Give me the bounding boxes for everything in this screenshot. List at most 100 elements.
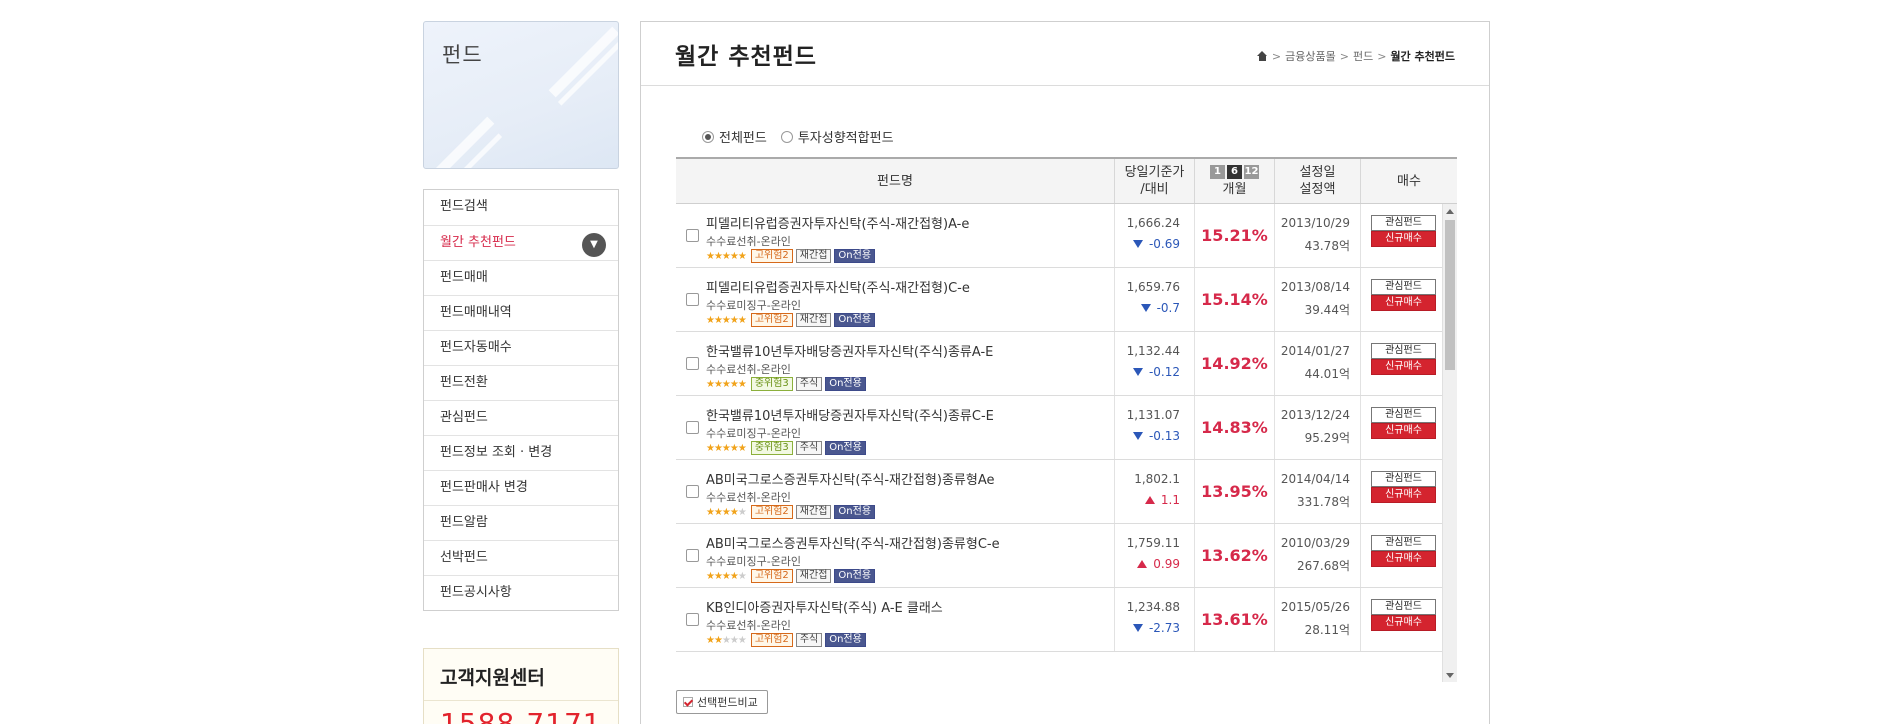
- add-watchlist-button[interactable]: 관심펀드: [1371, 407, 1436, 423]
- period-tab-1[interactable]: 1: [1210, 164, 1225, 179]
- filter-suitable-option[interactable]: 투자성향적합펀드: [780, 127, 894, 146]
- fund-filter: 전체펀드 투자성향적합펀드: [702, 127, 894, 146]
- cell-return: 14.92%: [1194, 332, 1274, 395]
- sidebar-item-label: 펀드자동매수: [440, 340, 512, 355]
- add-watchlist-button[interactable]: 관심펀드: [1371, 535, 1436, 551]
- setup-date: 2015/05/26: [1280, 600, 1350, 614]
- sidebar-item-fund-switch[interactable]: 펀드전환: [424, 365, 618, 400]
- cell-nav: 1,666.24 -0.69: [1114, 204, 1194, 267]
- col-header-nav-line1: 당일기준가: [1124, 165, 1185, 180]
- risk-badge: 고위험2: [750, 569, 793, 583]
- sidebar-banner: 펀드: [423, 21, 619, 169]
- period-tab-6[interactable]: 6: [1227, 164, 1242, 179]
- row-checkbox[interactable]: [686, 229, 699, 242]
- breadcrumb-item[interactable]: 펀드: [1353, 48, 1373, 64]
- add-watchlist-button[interactable]: 관심펀드: [1371, 343, 1436, 359]
- table-row: 한국밸류10년투자배당증권자투자신탁(주식)종류A-E 수수료선취-온라인 ★★★★…: [676, 332, 1457, 396]
- return-rate: 14.92%: [1201, 354, 1268, 373]
- scroll-up-icon[interactable]: [1446, 209, 1454, 214]
- cell-nav: 1,759.11 0.99: [1114, 524, 1194, 587]
- fund-fee-type: 수수료선취-온라인: [706, 363, 791, 376]
- sidebar-menu: 펀드검색 월간 추천펀드 ▼ 펀드매매 펀드매매내역 펀드자동매수 펀드전환 관심…: [423, 189, 619, 611]
- row-checkbox[interactable]: [686, 421, 699, 434]
- setup-amount: 331.78억: [1296, 495, 1350, 509]
- banner-gloss-decoration: [424, 116, 495, 168]
- sidebar-item-seller-change[interactable]: 펀드판매사 변경: [424, 470, 618, 505]
- fund-name-link[interactable]: AB미국그로스증권투자신탁(주식-재간접형)종류형C-e: [706, 533, 1000, 552]
- table-scrollbar[interactable]: [1442, 204, 1457, 682]
- fund-table: 펀드명 당일기준가 /대비 1 6 12 개월 설정일 설정액 매수 피델리티유…: [676, 157, 1457, 682]
- filter-suitable-radio[interactable]: [780, 130, 793, 143]
- fund-fee-type: 수수료미징구-온라인: [706, 299, 802, 312]
- new-buy-button[interactable]: 신규매수: [1371, 615, 1436, 631]
- cell-setup: 2010/03/29 267.68억: [1274, 524, 1360, 587]
- new-buy-button[interactable]: 신규매수: [1371, 295, 1436, 311]
- filter-all-option[interactable]: 전체펀드: [702, 127, 767, 146]
- filter-all-radio[interactable]: [702, 130, 714, 143]
- fund-name-link[interactable]: 한국밸류10년투자배당증권자투자신탁(주식)종류A-E: [706, 341, 993, 360]
- row-checkbox[interactable]: [686, 485, 699, 498]
- setup-amount: 44.01억: [1304, 367, 1350, 381]
- cell-nav: 1,234.88 -2.73: [1114, 588, 1194, 651]
- sidebar-item-fund-search[interactable]: 펀드검색: [424, 190, 618, 225]
- breadcrumb-item[interactable]: 금융상품몰: [1285, 48, 1336, 64]
- sidebar-item-disclosure[interactable]: 펀드공시사항: [424, 575, 618, 610]
- sidebar-item-fund-info[interactable]: 펀드정보 조회 · 변경: [424, 435, 618, 470]
- sidebar-item-label: 펀드판매사 변경: [440, 480, 528, 495]
- cell-fund-name: KB인디아증권자투자신탁(주식) A-E 클래스 수수료선취-온라인 ★★★★★ 고위…: [676, 588, 1114, 651]
- scroll-thumb[interactable]: [1445, 220, 1455, 370]
- col-header-nav-line2: /대비: [1140, 182, 1169, 197]
- filter-all-label: 전체펀드: [719, 131, 767, 146]
- divider: [424, 700, 618, 701]
- table-row: AB미국그로스증권투자신탁(주식-재간접형)종류형C-e 수수료미징구-온라인 ★★…: [676, 524, 1457, 588]
- row-checkbox[interactable]: [686, 357, 699, 370]
- triangle-down-icon: [1140, 304, 1151, 312]
- home-icon[interactable]: [1256, 51, 1268, 61]
- sidebar-item-watchlist[interactable]: 관심펀드: [424, 400, 618, 435]
- add-watchlist-button[interactable]: 관심펀드: [1371, 279, 1436, 295]
- new-buy-button[interactable]: 신규매수: [1371, 231, 1436, 247]
- new-buy-button[interactable]: 신규매수: [1371, 487, 1436, 503]
- cell-nav: 1,131.07 -0.13: [1114, 396, 1194, 459]
- row-checkbox[interactable]: [686, 613, 699, 626]
- fund-tags: ★★★★★ 중위험3 주식 On전용: [706, 441, 866, 455]
- nav-change: 0.99: [1137, 557, 1180, 571]
- cell-fund-name: 한국밸류10년투자배당증권자투자신탁(주식)종류C-E 수수료미징구-온라인 ★★★…: [676, 396, 1114, 459]
- fund-type-badge: 재간접: [795, 505, 832, 519]
- row-checkbox[interactable]: [686, 549, 699, 562]
- cell-setup: 2014/01/27 44.01억: [1274, 332, 1360, 395]
- fund-name-link[interactable]: KB인디아증권자투자신탁(주식) A-E 클래스: [706, 597, 943, 616]
- period-tab-12[interactable]: 12: [1244, 164, 1259, 179]
- cell-return: 13.62%: [1194, 524, 1274, 587]
- fund-name-link[interactable]: 한국밸류10년투자배당증권자투자신탁(주식)종류C-E: [706, 405, 994, 424]
- scroll-down-icon[interactable]: [1446, 673, 1454, 678]
- compare-selected-button[interactable]: 선택펀드비교: [676, 690, 768, 714]
- setup-amount: 43.78억: [1304, 239, 1350, 253]
- sidebar-item-monthly-recommended[interactable]: 월간 추천펀드 ▼: [424, 225, 618, 260]
- new-buy-button[interactable]: 신규매수: [1371, 423, 1436, 439]
- sidebar-item-trade-history[interactable]: 펀드매매내역: [424, 295, 618, 330]
- new-buy-button[interactable]: 신규매수: [1371, 551, 1436, 567]
- cell-setup: 2013/12/24 95.29억: [1274, 396, 1360, 459]
- fund-name-link[interactable]: 피델리티유럽증권자투자신탁(주식-재간접형)A-e: [706, 213, 969, 232]
- sidebar-item-fund-trade[interactable]: 펀드매매: [424, 260, 618, 295]
- row-checkbox[interactable]: [686, 293, 699, 306]
- sidebar-item-auto-buy[interactable]: 펀드자동매수: [424, 330, 618, 365]
- fund-name-link[interactable]: AB미국그로스증권투자신탁(주식-재간접형)종류형Ae: [706, 469, 995, 488]
- add-watchlist-button[interactable]: 관심펀드: [1371, 599, 1436, 615]
- add-watchlist-button[interactable]: 관심펀드: [1371, 471, 1436, 487]
- chevron-down-icon[interactable]: ▼: [582, 233, 606, 257]
- cell-buy: 관심펀드 신규매수: [1360, 332, 1442, 395]
- main-panel: 월간 추천펀드 > 금융상품몰 > 펀드 > 월간 추천펀드 전체펀드 투자성향…: [640, 21, 1490, 724]
- sidebar-item-ship-fund[interactable]: 선박펀드: [424, 540, 618, 575]
- sidebar-item-fund-alarm[interactable]: 펀드알람: [424, 505, 618, 540]
- breadcrumb: > 금융상품몰 > 펀드 > 월간 추천펀드: [1256, 48, 1455, 64]
- add-watchlist-button[interactable]: 관심펀드: [1371, 215, 1436, 231]
- period-tabs: 1 6 12: [1210, 164, 1259, 179]
- new-buy-button[interactable]: 신규매수: [1371, 359, 1436, 375]
- triangle-down-icon: [1132, 240, 1143, 248]
- fund-name-link[interactable]: 피델리티유럽증권자투자신탁(주식-재간접형)C-e: [706, 277, 970, 296]
- page-title: 월간 추천펀드: [675, 44, 817, 70]
- fund-tags: ★★★★★ 고위험2 재간접 On전용: [706, 249, 876, 263]
- online-only-badge: On전용: [825, 633, 866, 647]
